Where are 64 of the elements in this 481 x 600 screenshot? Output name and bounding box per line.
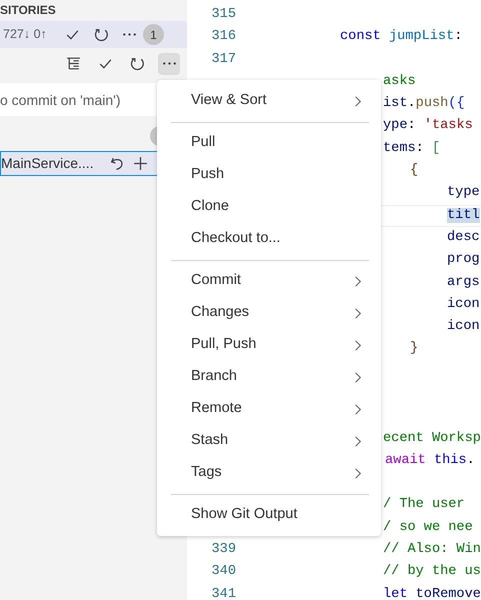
code-token: ype [383, 118, 408, 134]
line-number: 340 [212, 564, 236, 580]
menu-item[interactable]: Push [191, 164, 365, 186]
code-token: asks [383, 74, 416, 89]
code-token: toRemove [414, 586, 481, 600]
menu-item[interactable]: Remote [191, 398, 350, 420]
menu-item[interactable]: Clone [191, 196, 365, 218]
plus-icon [132, 155, 149, 172]
code-token: ({ [448, 96, 465, 112]
menu-item[interactable]: Changes [191, 302, 350, 324]
code-token: titl [447, 208, 480, 223]
code-token: this [432, 452, 467, 468]
code-token: [ [432, 140, 440, 156]
line-number: 341 [212, 586, 236, 600]
line-number: 317 [212, 52, 236, 67]
code-token: { [410, 163, 418, 178]
more-icon [123, 33, 136, 36]
section-title: SITORIES [0, 2, 57, 19]
count-badge: 1 [143, 24, 164, 45]
menu-item[interactable]: Commit [191, 270, 350, 292]
more-icon [162, 62, 176, 65]
menu-item[interactable]: Stash [191, 430, 350, 452]
repository-row[interactable]: 727↓ 0↑ 1 [0, 21, 187, 48]
code-token: // by the us [383, 564, 481, 580]
menu-item[interactable]: Tags [191, 462, 350, 484]
line-number: 316 [212, 29, 236, 44]
file-name: MainService.... [1, 154, 95, 173]
code-token: prog [447, 252, 480, 268]
code-token: . [466, 452, 475, 468]
code-token: 'tasks [424, 118, 473, 134]
refresh-icon [93, 26, 110, 43]
code-token: . [407, 96, 416, 112]
code-token: push [416, 96, 448, 112]
code-token: args [447, 274, 480, 290]
code-token: jumpList [388, 29, 454, 44]
code-token: : [454, 29, 462, 44]
menu-item[interactable]: View & Sort [191, 90, 350, 112]
line-number: 315 [212, 6, 236, 22]
code-token: icon [447, 319, 480, 334]
code-token: / so we nee [383, 520, 473, 535]
code-token: // Also: Win [383, 542, 481, 558]
refresh-icon [128, 55, 146, 72]
line-number: 339 [212, 542, 236, 558]
code-token: : [407, 118, 417, 134]
code-token: : [416, 140, 425, 156]
code-token: icon [447, 296, 480, 312]
code-token: ecent Worksp [383, 430, 481, 446]
menu-item[interactable]: Checkout to... [191, 228, 365, 250]
tree-list-icon [64, 55, 82, 72]
menu-item[interactable]: Pull, Push [191, 334, 350, 356]
sync-status[interactable]: 727↓ 0↑ [3, 25, 61, 44]
code-token: const [340, 29, 381, 44]
code-token: type [447, 185, 480, 200]
menu-item[interactable]: Show Git Output [191, 504, 365, 526]
code-token: } [410, 341, 418, 356]
more-actions-button[interactable] [158, 52, 180, 74]
code-token: tems [383, 140, 416, 156]
code-token: await [385, 452, 426, 468]
code-token: / The user [383, 497, 465, 512]
menu-item[interactable]: Branch [191, 366, 350, 388]
code-token: ist [383, 96, 408, 112]
menu-item[interactable]: Pull [191, 132, 365, 154]
code-token: desc [447, 230, 480, 245]
code-token: let [383, 586, 408, 600]
